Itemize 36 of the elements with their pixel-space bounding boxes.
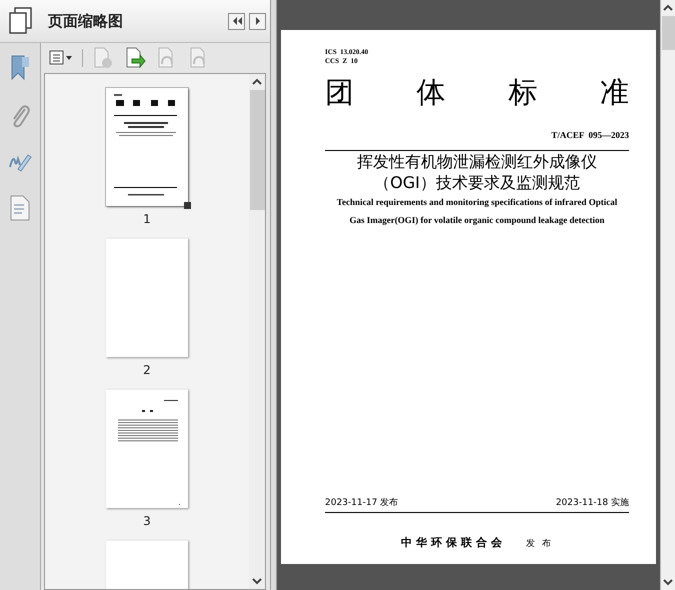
scrollbar[interactable]: [249, 74, 265, 589]
scroll-down-icon[interactable]: [252, 577, 262, 585]
panel-title: 页面缩略图: [48, 12, 124, 30]
page-number: 2: [143, 363, 151, 377]
pages-icon: [8, 7, 34, 35]
page-number: 3: [143, 514, 151, 528]
options-button[interactable]: [48, 49, 74, 67]
bookmark-icon[interactable]: [10, 55, 30, 81]
english-title: Gas Imager(OGI) for volatile organic compound leakage detection: [349, 214, 605, 227]
collapse-button[interactable]: [228, 12, 245, 30]
scroll-up-icon[interactable]: [663, 4, 673, 12]
document-scrollbar[interactable]: [660, 0, 675, 590]
heading-character: 标: [508, 74, 538, 110]
page-number: 1: [143, 212, 151, 226]
english-title: Technical requirements and monitoring specifications of infrared Optical: [336, 196, 618, 209]
double-left-arrow-icon: [232, 17, 242, 25]
right-arrow-icon: [254, 17, 260, 25]
page-thumbnail[interactable]: [106, 238, 188, 357]
publish-label: 发 布: [526, 538, 553, 550]
chinese-title: （OGI）技术要求及监测规范: [374, 172, 580, 193]
scroll-thumb[interactable]: [662, 16, 674, 50]
scroll-thumb[interactable]: [250, 90, 264, 210]
heading-character: 准: [600, 74, 629, 110]
publisher-name: 中华环保联合会: [401, 535, 506, 550]
view-box-marker[interactable]: [184, 202, 191, 209]
expand-button[interactable]: [249, 12, 266, 30]
document-icon[interactable]: [10, 195, 30, 221]
scroll-down-icon[interactable]: [663, 578, 673, 586]
standard-number: T/ACEF 095—2023: [551, 130, 629, 140]
scroll-up-icon[interactable]: [252, 78, 262, 86]
issue-date: 2023-11-17 发布: [325, 496, 398, 509]
splitter-handle[interactable]: [270, 0, 277, 590]
heading-character: 团: [325, 74, 354, 110]
chinese-title: 挥发性有机物泄漏检测红外成像仪: [357, 151, 597, 172]
effective-date: 2023-11-18 实施: [556, 496, 629, 509]
heading-character: 体: [416, 74, 446, 110]
